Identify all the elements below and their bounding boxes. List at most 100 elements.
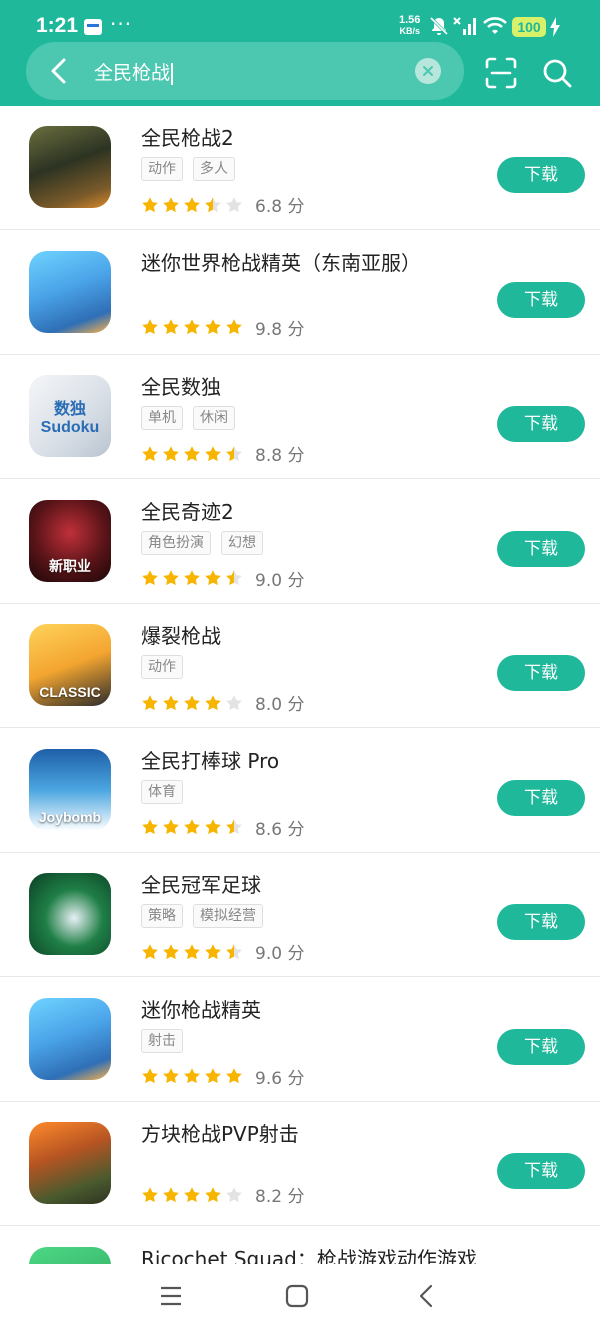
app-rating: 6.8 分 [141, 192, 304, 217]
star-full-icon [226, 1068, 242, 1084]
rating-stars [141, 943, 243, 961]
app-tags: 动作 多人 [141, 157, 235, 181]
app-icon[interactable] [29, 873, 111, 955]
app-score: 8.2 分 [255, 1187, 305, 1207]
app-tag: 单机 [141, 406, 183, 430]
star-full-icon [142, 445, 158, 461]
app-name[interactable]: 全民枪战2 [141, 122, 234, 151]
rating-stars [141, 694, 243, 712]
star-full-icon [142, 819, 158, 835]
star-full-icon [142, 1068, 158, 1084]
star-full-icon [184, 943, 200, 959]
star-full-icon [205, 570, 221, 586]
clear-icon[interactable] [415, 58, 441, 84]
list-item[interactable]: 迷你世界枪战精英（东南亚服） 9.8 分 下载 [0, 231, 600, 355]
app-icon[interactable]: Joybomb [29, 748, 111, 831]
network-speed: 1.56 KB/s [399, 15, 420, 37]
text-cursor [171, 62, 174, 85]
download-button[interactable]: 下载 [497, 1153, 585, 1189]
star-full-icon [163, 694, 179, 710]
app-icon[interactable]: 数独 Sudoku [29, 375, 111, 457]
app-icon[interactable]: 新职业 [29, 499, 111, 582]
app-tag: 策略 [141, 904, 183, 928]
search-input[interactable]: 全民枪战 [94, 58, 174, 85]
star-full-icon [205, 1068, 221, 1084]
star-full-icon [184, 319, 200, 335]
star-half-icon [226, 570, 242, 586]
app-tags: 单机 休闲 [141, 406, 235, 430]
rating-stars [141, 818, 243, 836]
list-item[interactable]: Ricochet Squad：枪战游戏动作游戏 [0, 1227, 600, 1265]
star-half-icon [226, 943, 242, 959]
app-rating: 9.8 分 [141, 315, 304, 340]
back-icon[interactable] [414, 1283, 440, 1309]
search-query: 全民枪战 [94, 62, 171, 84]
download-button[interactable]: 下载 [497, 779, 585, 816]
star-empty-icon [226, 694, 242, 710]
home-icon[interactable] [284, 1283, 310, 1309]
rating-stars [141, 569, 243, 587]
app-tag: 多人 [193, 157, 235, 181]
star-full-icon [184, 1068, 200, 1084]
download-button[interactable]: 下载 [497, 281, 585, 318]
search-result-list[interactable]: 全民枪战2 动作 多人 6.8 分下载 迷你世界枪战精英（东南亚服） 9.8 分下载 数独 … [0, 106, 600, 1264]
list-item[interactable]: 方块枪战PVP射击 8.2 分 下载 [0, 1102, 600, 1226]
download-button[interactable]: 下载 [497, 904, 585, 940]
app-tag: 角色扮演 [141, 530, 211, 555]
status-time: 1:21 [36, 14, 79, 37]
search-icon[interactable] [540, 56, 574, 90]
star-full-icon [142, 196, 158, 212]
download-button[interactable]: 下载 [497, 655, 585, 691]
star-full-icon [142, 319, 158, 335]
search-box[interactable]: 全民枪战 [26, 42, 464, 100]
app-name[interactable]: 全民冠军足球 [141, 869, 261, 898]
app-tag: 休闲 [193, 406, 235, 430]
header: 1:21 ··· 1.56 KB/s 100 全民枪战 [0, 0, 600, 106]
app-icon[interactable]: CLASSIC [29, 624, 111, 706]
app-name[interactable]: 全民数独 [141, 371, 221, 400]
app-tags: 动作 [141, 655, 183, 679]
app-tag: 模拟经营 [193, 904, 263, 928]
star-full-icon [184, 819, 200, 835]
app-tags: 体育 [141, 779, 183, 804]
list-item[interactable]: CLASSIC 爆裂枪战 动作 8.0 分 下载 [0, 604, 600, 728]
back-arrow-icon[interactable] [40, 52, 78, 90]
app-icon[interactable] [29, 1246, 111, 1264]
menu-icon[interactable] [158, 1283, 184, 1309]
star-empty-icon [226, 196, 242, 212]
list-item[interactable]: Joybomb 全民打棒球 Pro 体育 8.6 分 下载 [0, 729, 600, 853]
list-item[interactable]: 迷你枪战精英 射击 9.6 分 下载 [0, 978, 600, 1102]
app-name[interactable]: 方块枪战PVP射击 [141, 1118, 299, 1147]
star-full-icon [163, 1068, 179, 1084]
app-name[interactable]: 全民打棒球 Pro [141, 745, 279, 774]
list-item[interactable]: 全民枪战2 动作 多人 6.8 分 下载 [0, 106, 600, 230]
app-name[interactable]: 迷你世界枪战精英（东南亚服） [141, 247, 421, 276]
list-item[interactable]: 新职业 全民奇迹2 角色扮演 幻想 9.0 分 下载 [0, 480, 600, 604]
list-item[interactable]: 全民冠军足球 策略 模拟经营 9.0 分 下载 [0, 853, 600, 977]
scan-icon[interactable] [484, 56, 518, 90]
app-icon[interactable] [29, 126, 111, 208]
app-icon[interactable] [29, 997, 111, 1080]
app-icon[interactable] [29, 1122, 111, 1204]
app-score: 9.6 分 [255, 1068, 305, 1089]
star-full-icon [205, 819, 221, 835]
download-button[interactable]: 下载 [497, 157, 585, 193]
app-name[interactable]: Ricochet Squad：枪战游戏动作游戏 [141, 1243, 477, 1265]
download-button[interactable]: 下载 [497, 406, 585, 442]
app-name[interactable]: 全民奇迹2 [141, 496, 234, 525]
list-item[interactable]: 数独 Sudoku 全民数独 单机 休闲 8.8 分 下载 [0, 355, 600, 479]
download-button[interactable]: 下载 [497, 1028, 585, 1065]
app-rating: 8.6 分 [141, 815, 304, 840]
app-name[interactable]: 爆裂枪战 [141, 620, 221, 649]
rating-stars [141, 1067, 243, 1085]
mute-icon [429, 16, 449, 36]
download-button[interactable]: 下载 [497, 530, 585, 567]
app-tag: 幻想 [221, 530, 263, 555]
battery-level: 100 [512, 17, 546, 37]
app-icon[interactable] [29, 250, 111, 333]
rating-stars [141, 445, 243, 463]
star-full-icon [163, 943, 179, 959]
app-score: 9.8 分 [255, 319, 305, 340]
app-tags: 角色扮演 幻想 [141, 530, 263, 555]
app-name[interactable]: 迷你枪战精英 [141, 994, 261, 1023]
